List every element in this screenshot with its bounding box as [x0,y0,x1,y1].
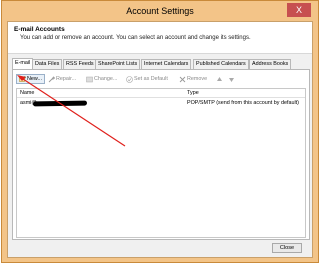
dialog-client: E-mail Accounts You can add or remove an… [7,21,313,258]
move-up-button[interactable] [216,74,223,84]
remove-x-icon [179,76,186,83]
move-down-button[interactable] [228,74,235,84]
new-account-icon [19,75,26,83]
header-title: E-mail Accounts [14,26,65,33]
list-header: Name Type [17,89,305,98]
close-button[interactable]: Close [272,243,302,253]
column-header-type[interactable]: Type [187,90,199,96]
repair-label: Repair... [56,75,77,82]
wrench-icon [48,75,56,83]
window-close-button[interactable]: X [287,3,311,17]
tab-data-files[interactable]: Data Files [32,59,63,69]
set-default-button[interactable]: Set as Default [126,74,168,84]
header-description: You can add or remove an account. You ca… [20,35,251,41]
set-default-label: Set as Default [134,75,168,82]
change-icon [86,76,93,83]
account-toolbar: New... Repair... Change... Set as Defaul… [16,74,306,84]
new-account-label: New... [27,75,42,82]
remove-button[interactable]: Remove [179,74,207,84]
change-label: Change... [94,75,118,82]
dialog-header: E-mail Accounts You can add or remove an… [8,22,312,54]
column-header-name[interactable]: Name [20,90,34,96]
tab-email[interactable]: E-mail [12,58,34,69]
tab-internet-calendars[interactable]: Internet Calendars [141,59,192,69]
arrow-up-icon [216,76,223,83]
new-account-button[interactable]: New... [16,74,45,84]
account-row[interactable]: asmi@ POP/SMTP (send from this account b… [17,99,305,108]
tab-address-books[interactable]: Address Books [249,59,292,69]
email-tab-panel: New... Repair... Change... Set as Defaul… [12,69,310,240]
tab-sharepoint-lists[interactable]: SharePoint Lists [95,59,141,69]
title-bar: Account Settings X [2,1,318,21]
repair-button[interactable]: Repair... [48,74,76,84]
account-settings-window: Account Settings X E-mail Accounts You c… [1,0,319,263]
remove-label: Remove [187,75,208,82]
window-title: Account Settings [126,6,194,16]
tab-strip: E-mail Data Files RSS Feeds SharePoint L… [12,58,312,69]
checkmark-icon [126,75,133,83]
account-type: POP/SMTP (send from this account by defa… [187,100,299,106]
arrow-down-icon [228,76,235,83]
account-list[interactable]: Name Type asmi@ POP/SMTP (send from this… [16,88,306,238]
redaction-mark [32,100,88,107]
tab-rss-feeds[interactable]: RSS Feeds [63,59,97,69]
change-button[interactable]: Change... [86,74,117,84]
tab-published-calendars[interactable]: Published Calendars [193,59,249,69]
